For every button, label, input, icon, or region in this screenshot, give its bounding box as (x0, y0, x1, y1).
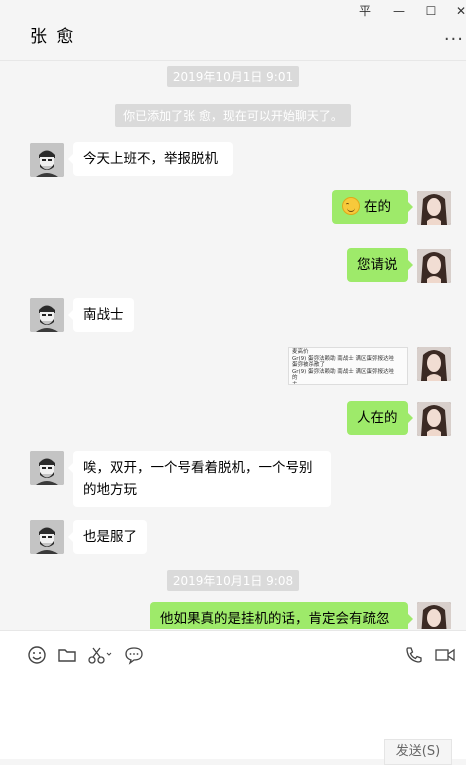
outgoing-message[interactable]: 在的 (332, 190, 413, 224)
minimize-button[interactable]: — (390, 2, 408, 20)
woman-portrait-avatar-icon (417, 191, 451, 225)
maximize-button[interactable]: ☐ (422, 2, 440, 20)
incoming-message[interactable]: 唉，双开，一个号看着脱机，一个号别的地方玩 (68, 451, 331, 507)
chat-title: 张 愈 (30, 27, 76, 47)
outgoing-message[interactable]: 人在的 (347, 401, 413, 435)
pin-icon[interactable]: 平 (356, 2, 374, 20)
image-text-line: 主 (292, 381, 298, 385)
woman-portrait-avatar-icon (417, 402, 451, 436)
timestamp: 2019年10月1日 9:08 (0, 570, 466, 591)
incoming-message[interactable]: 今天上班不，举报脱机 (68, 142, 233, 176)
image-text-line: Gr(9) 蛋弥法赖助 南战士 满区蛋弥报达哇 (292, 368, 395, 375)
phone-icon[interactable] (404, 645, 424, 665)
smiley-emoji-icon (342, 197, 360, 215)
my-avatar[interactable] (417, 191, 451, 225)
my-avatar[interactable] (417, 249, 451, 283)
message-text: 在的 (364, 199, 391, 215)
bearded-man-avatar-icon (30, 451, 64, 485)
outgoing-message[interactable]: 他如果真的是挂机的话，肯定会有疏忽 (150, 602, 413, 629)
woman-portrait-avatar-icon (417, 249, 451, 283)
bearded-man-avatar-icon (30, 520, 64, 554)
outgoing-message[interactable]: 您请说 (347, 248, 413, 282)
input-area[interactable]: 发送(S) (0, 630, 466, 765)
contact-avatar[interactable] (30, 451, 64, 485)
bearded-man-avatar-icon (30, 298, 64, 332)
message-list[interactable]: 2019年10月1日 9:01 你已添加了张 愈，现在可以开始聊天了。 今天上班… (0, 61, 466, 629)
emoji-icon[interactable] (27, 645, 47, 665)
contact-avatar[interactable] (30, 298, 64, 332)
send-button[interactable]: 发送(S) (384, 739, 452, 765)
my-avatar[interactable] (417, 402, 451, 436)
incoming-message[interactable]: 南战士 (68, 298, 134, 332)
chat-bubble-icon[interactable] (124, 645, 144, 665)
timestamp: 2019年10月1日 9:01 (0, 66, 466, 87)
close-button[interactable]: ✕ (452, 2, 466, 20)
title-bar: 平 — ☐ ✕ 张 愈 ... (0, 0, 466, 61)
video-icon[interactable] (434, 645, 456, 665)
system-notice: 你已添加了张 愈，现在可以开始聊天了。 (0, 104, 466, 127)
my-avatar[interactable] (417, 602, 451, 629)
my-avatar[interactable] (417, 347, 451, 381)
incoming-message[interactable]: 也是服了 (68, 520, 147, 554)
folder-icon[interactable] (57, 645, 77, 665)
scissors-icon[interactable] (87, 645, 113, 665)
woman-portrait-avatar-icon (417, 347, 451, 381)
contact-avatar[interactable] (30, 520, 64, 554)
bearded-man-avatar-icon (30, 143, 64, 177)
image-message[interactable]: 麦高价 Gr(9) 蛋弥法赖助 南战士 满区蛋弥报达哇 蛋弥被杀散了 Gr(9)… (288, 347, 408, 385)
contact-avatar[interactable] (30, 143, 64, 177)
woman-portrait-avatar-icon (417, 602, 451, 629)
more-options-button[interactable]: ... (444, 26, 464, 44)
